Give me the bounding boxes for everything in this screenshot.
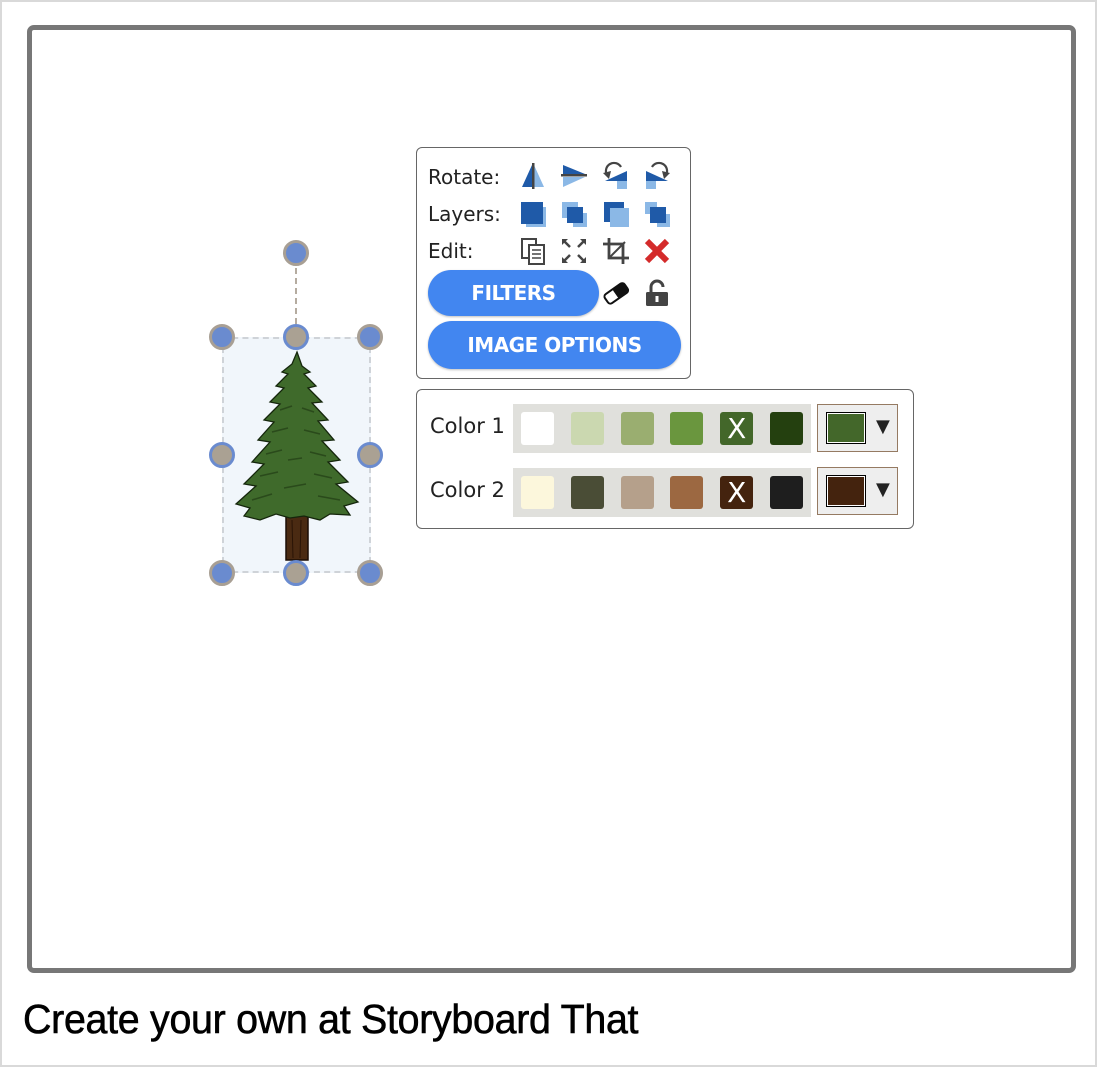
send-backward-icon[interactable] (601, 199, 631, 229)
footer-caption: Create your own at Storyboard That (23, 996, 639, 1043)
delete-icon[interactable] (642, 236, 672, 266)
send-to-back-icon[interactable] (642, 199, 672, 229)
edit-label: Edit: (428, 239, 474, 263)
color1-current-swatch (826, 412, 866, 444)
resize-handle-left[interactable] (209, 442, 235, 468)
color2-swatch[interactable] (570, 476, 604, 509)
color1-swatch[interactable] (770, 412, 803, 445)
rotate-right-icon[interactable] (642, 161, 672, 191)
color2-swatch-selected[interactable]: X (720, 476, 754, 509)
filters-button[interactable]: FILTERS (428, 270, 599, 316)
pine-tree-image[interactable] (232, 350, 362, 562)
color2-label: Color 2 (430, 478, 505, 502)
color-panel: Color 1 X ▼ Color 2 X ▼ (416, 389, 914, 529)
resize-handle-top-left[interactable] (209, 324, 235, 350)
rotate-handle[interactable] (283, 240, 309, 266)
color1-swatches: X (513, 404, 811, 453)
resize-handle-bottom-left[interactable] (209, 560, 235, 586)
bring-to-front-icon[interactable] (518, 199, 548, 229)
color1-label: Color 1 (430, 414, 505, 438)
resize-handle-right[interactable] (357, 442, 383, 468)
tree-trunk (285, 514, 309, 561)
color2-swatch[interactable] (620, 476, 654, 509)
dropdown-arrow-icon: ▼ (876, 479, 890, 500)
flip-horizontal-icon[interactable] (518, 161, 548, 191)
rotation-guide-line (295, 268, 297, 324)
color2-picker[interactable]: ▼ (817, 467, 898, 515)
resize-handle-top[interactable] (283, 324, 309, 350)
color2-swatch[interactable] (670, 476, 704, 509)
resize-handle-bottom-right[interactable] (357, 560, 383, 586)
rotate-left-icon[interactable] (601, 161, 631, 191)
rotate-label: Rotate: (428, 165, 501, 189)
unlock-icon[interactable] (642, 278, 672, 308)
color1-swatch[interactable] (670, 412, 704, 445)
color2-swatch[interactable] (521, 476, 554, 509)
layers-label: Layers: (428, 202, 501, 226)
image-options-button[interactable]: IMAGE OPTIONS (428, 321, 681, 369)
color2-current-swatch (826, 475, 866, 507)
resize-handle-top-right[interactable] (357, 324, 383, 350)
color1-swatch-selected[interactable]: X (720, 412, 754, 445)
resize-handle-bottom[interactable] (283, 560, 309, 586)
color1-swatch[interactable] (521, 412, 554, 445)
dropdown-arrow-icon: ▼ (876, 416, 890, 437)
tree-foliage (234, 350, 360, 521)
color2-swatches: X (513, 468, 811, 517)
crop-icon[interactable] (601, 236, 631, 266)
color1-swatch[interactable] (620, 412, 654, 445)
fullscreen-icon[interactable] (559, 236, 589, 266)
color1-swatch[interactable] (570, 412, 604, 445)
color2-swatch[interactable] (770, 476, 803, 509)
eraser-icon[interactable] (601, 278, 631, 308)
bring-forward-icon[interactable] (559, 199, 589, 229)
object-toolbox: Rotate: Layers: Edit: FILTERS IMAGE OPTI… (416, 147, 691, 379)
copy-icon[interactable] (518, 236, 548, 266)
flip-vertical-icon[interactable] (559, 161, 589, 191)
color1-picker[interactable]: ▼ (817, 404, 898, 452)
